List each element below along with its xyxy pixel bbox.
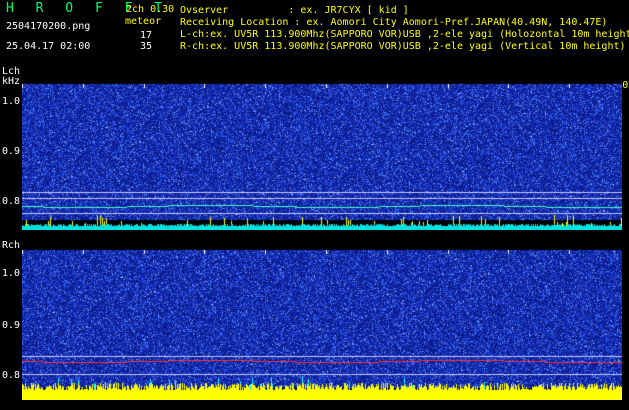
lch-ytick-1: 1.0: [2, 96, 21, 107]
rch-ytick-3: 0.8: [2, 370, 21, 381]
rch-label: Rch: [2, 240, 21, 251]
lch-unit: kHz: [2, 76, 21, 87]
lch-spectrogram: [22, 80, 622, 230]
rch-info-line: R-ch:ex. UV5R 113.900Mhz(SAPPORO VOR)USB…: [180, 41, 626, 52]
location-line: Receiving Location : ex. Aomori City Aom…: [180, 17, 608, 28]
filename: 2504170200.png: [6, 21, 91, 32]
observer-line: Ovserver : ex. JR7CYX [ kid ]: [180, 5, 409, 16]
rch-meteor-count: 35: [140, 41, 153, 52]
rch-spectrogram: [22, 248, 622, 400]
rch-ytick-1: 1.0: [2, 268, 21, 279]
lch-ytick-2: 0.9: [2, 146, 21, 157]
meteor-label: meteor: [125, 16, 162, 27]
lch-info-line: L-ch:ex. UV5R 113.900Mhz(SAPPORO VOR)USB…: [180, 29, 629, 40]
lch-ytick-3: 0.8: [2, 196, 21, 207]
lch-meteor-count: 17: [140, 30, 153, 41]
datetime: 25.04.17 02:00: [6, 41, 91, 52]
mode-label: 2ch 0.30: [126, 4, 175, 15]
rch-ytick-2: 0.9: [2, 320, 21, 331]
